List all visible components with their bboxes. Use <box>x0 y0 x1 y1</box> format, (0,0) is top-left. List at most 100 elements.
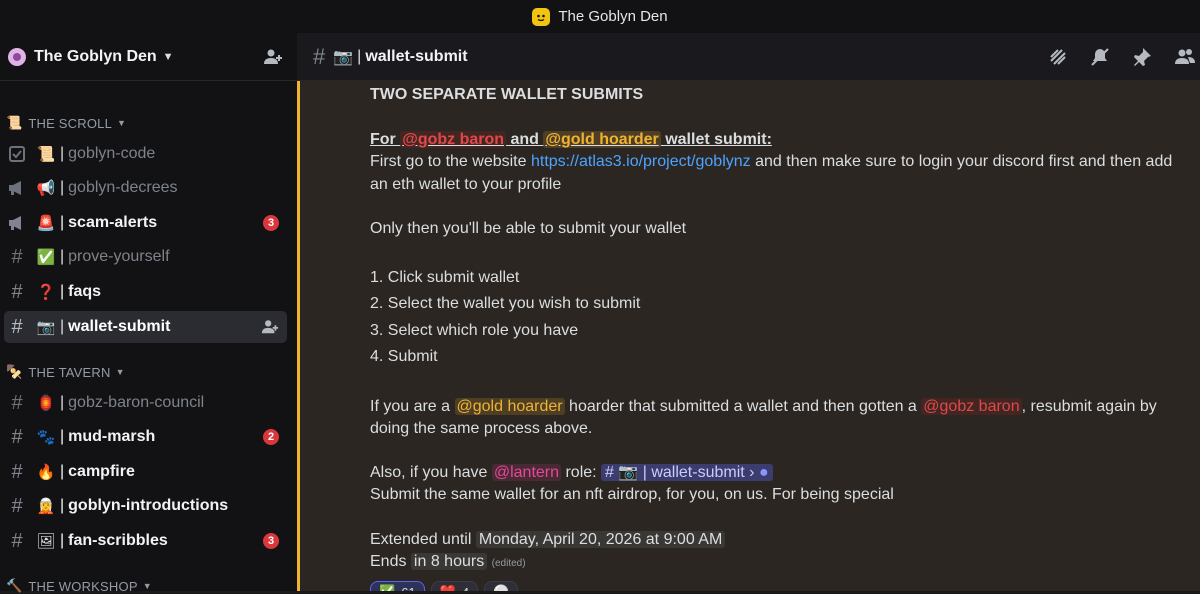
channel-prove-yourself[interactable]: # ✅ | prove-yourself <box>4 241 287 273</box>
message-line: an eth wallet to your profile <box>370 176 562 193</box>
channel-separator: | <box>60 283 65 300</box>
server-header[interactable]: The Goblyn Den ▼ <box>0 33 297 81</box>
channel-separator: | <box>60 497 65 514</box>
reaction-emoji: ❤️ <box>440 584 456 591</box>
chevron-down-icon: ▼ <box>115 367 125 377</box>
hash-icon: # <box>11 425 23 448</box>
reaction-emoji: ⚪ <box>493 584 509 591</box>
channel-faqs[interactable]: # ❓ | faqs <box>4 276 287 308</box>
channel-label: campfire <box>68 463 135 480</box>
text: , resubmit again by <box>1021 398 1157 415</box>
channel-label: scam-alerts <box>68 214 158 231</box>
mention-badge: 2 <box>263 429 279 445</box>
reaction-count: 4 <box>462 585 469 592</box>
mention-gold-hoarder[interactable]: @gold hoarder <box>543 131 661 148</box>
channel-label: goblyn-code <box>68 145 156 162</box>
category-emoji: 📜 <box>6 115 23 130</box>
message-highlighted: TWO SEPARATE WALLET SUBMITS For @gobz ba… <box>297 81 1200 591</box>
rules-icon <box>6 144 28 164</box>
channel-emoji: 📷 <box>36 319 56 336</box>
atlas3-link[interactable]: https://atlas3.io/project/goblynz <box>531 153 751 170</box>
message-for-line: For @gobz baron and @gold hoarder wallet… <box>370 129 772 151</box>
channel-goblyn-introductions[interactable]: # 🧝 | goblyn-introductions <box>4 490 287 522</box>
mention-gobz-baron[interactable]: @gobz baron <box>400 131 507 148</box>
reactions-bar: ✅ 61 ❤️ 4 ⚪ <box>370 581 519 592</box>
channel-emoji: 🔥 <box>36 464 56 481</box>
channel-name: wallet-submit <box>365 47 468 65</box>
reaction-check[interactable]: ✅ 61 <box>370 581 425 591</box>
and-text: and <box>506 131 544 148</box>
channel-separator: | <box>60 179 65 196</box>
message-line: Only then you'll be able to submit your … <box>370 220 687 237</box>
channel-separator: | <box>60 318 65 335</box>
channel-gobz-baron-council[interactable]: # 🏮 | gobz-baron-council <box>4 387 287 419</box>
pin-icon[interactable] <box>1132 47 1152 67</box>
channel-campfire[interactable]: # 🔥 | campfire <box>4 456 287 488</box>
window-titlebar: The Goblyn Den <box>0 0 1200 33</box>
message-line: Ends in 8 hours (edited) <box>370 551 526 575</box>
channel-separator: | <box>60 532 65 549</box>
channel-mud-marsh[interactable]: # 🐾 | mud-marsh 2 <box>4 421 287 453</box>
channel-label: prove-yourself <box>68 248 170 265</box>
mention-badge: 3 <box>263 533 279 549</box>
channel-goblyn-code[interactable]: 📜 | goblyn-code <box>4 138 287 170</box>
chat-area: # 📷 | wallet-submit TWO SEPARATE WALLET … <box>297 33 1200 591</box>
channel-label: fan-scribbles <box>68 532 168 549</box>
channel-label: mud-marsh <box>68 428 156 445</box>
channel-mention-wallet-submit[interactable]: # 📷 | wallet-submit › ● <box>601 464 773 481</box>
timestamp[interactable]: Monday, April 20, 2026 at 9:00 AM <box>475 531 726 548</box>
channel-emoji: 🏮 <box>36 395 56 412</box>
threads-icon[interactable] <box>1048 47 1068 67</box>
category-emoji: 🍢 <box>6 364 23 379</box>
header-toolbar <box>1048 47 1200 67</box>
invite-people-icon[interactable] <box>263 47 283 67</box>
hash-icon: # <box>11 280 23 303</box>
hash-icon: # <box>11 315 23 338</box>
category-the-tavern[interactable]: 🍢 THE TAVERN ▼ <box>6 364 125 380</box>
announcement-icon <box>6 178 28 198</box>
channel-separator: | <box>60 145 65 162</box>
category-the-workshop[interactable]: 🔨 THE WORKSHOP ▼ <box>6 578 152 594</box>
category-label: THE SCROLL <box>28 115 113 131</box>
category-label: THE WORKSHOP <box>28 578 138 594</box>
channel-emoji: ✅ <box>36 249 56 266</box>
invite-icon[interactable] <box>261 318 279 336</box>
channel-separator: | <box>60 214 65 231</box>
mute-notifications-icon[interactable] <box>1090 47 1110 67</box>
mention-gold-hoarder[interactable]: @gold hoarder <box>454 398 565 415</box>
mention-lantern[interactable]: @lantern <box>491 464 562 481</box>
server-icon <box>8 47 26 66</box>
channel-separator: | <box>60 463 65 480</box>
message-line: Extended until Monday, April 20, 2026 at… <box>370 529 726 551</box>
hash-icon: # <box>11 245 23 268</box>
hash-icon: # <box>313 43 326 69</box>
member-list-icon[interactable] <box>1174 47 1196 67</box>
chevron-down-icon: ▼ <box>162 50 174 63</box>
message-line: Also, if you have @lantern role: # 📷 | w… <box>370 462 773 484</box>
reaction-count: 61 <box>401 585 415 592</box>
hash-icon: # <box>11 391 23 414</box>
step-item: 4. Submit <box>370 348 438 365</box>
text: First go to the website <box>370 153 531 170</box>
mention-gobz-baron[interactable]: @gobz baron <box>921 398 1022 415</box>
channel-emoji: ❓ <box>36 284 56 301</box>
channel-wallet-submit[interactable]: # 📷 | wallet-submit <box>4 311 287 343</box>
for-prefix: For <box>370 131 401 148</box>
channel-fan-scribbles[interactable]: # 🖼 | fan-scribbles 3 <box>4 525 287 557</box>
channel-mention-label: # 📷 | wallet-submit › <box>605 464 755 481</box>
channel-header: # 📷 | wallet-submit <box>297 33 1200 81</box>
channel-label: faqs <box>68 283 102 300</box>
reaction-heart[interactable]: ❤️ 4 <box>430 581 479 592</box>
category-the-scroll[interactable]: 📜 THE SCROLL ▼ <box>6 115 126 131</box>
server-name: The Goblyn Den <box>34 47 157 65</box>
channel-goblyn-decrees[interactable]: 📢 | goblyn-decrees <box>4 172 287 204</box>
channel-scam-alerts[interactable]: 🚨 | scam-alerts 3 <box>4 207 287 239</box>
relative-timestamp[interactable]: in 8 hours <box>410 553 488 570</box>
announcement-icon <box>6 213 28 233</box>
channel-sidebar: The Goblyn Den ▼ 📜 THE SCROLL ▼ 📜 | gobl… <box>0 33 297 594</box>
reaction-other[interactable]: ⚪ <box>484 581 519 591</box>
channel-emoji: 🐾 <box>36 429 56 446</box>
for-suffix: wallet submit: <box>660 131 772 148</box>
message-line: If you are a @gold hoarder hoarder that … <box>370 396 1157 418</box>
edited-label: (edited) <box>491 558 526 569</box>
